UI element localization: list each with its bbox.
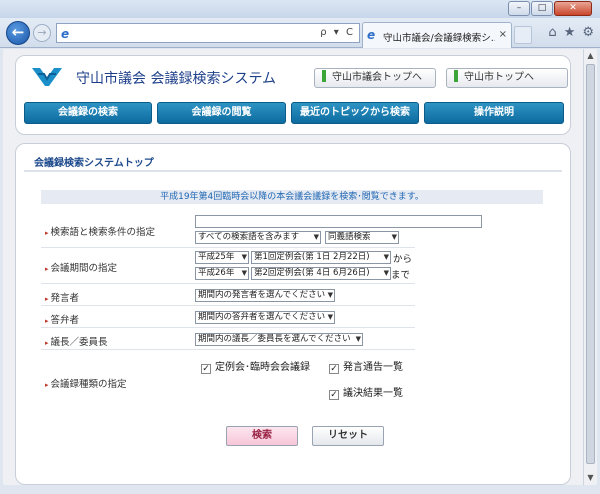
from-session-select[interactable]: 第1回定例会(第 1日 2月22日) ▼	[251, 251, 391, 264]
from-suffix: から	[393, 254, 413, 265]
type-notice-checkbox[interactable]: ✓ 発言通告一覧	[329, 358, 403, 374]
respondent-select[interactable]: 期間内の答弁者を選んでください ▼	[195, 311, 335, 324]
from-year-select[interactable]: 平成25年 ▼	[195, 251, 249, 264]
site-title: 守山市議会 会議録検索システム	[76, 71, 277, 87]
type-regular-checkbox[interactable]: ✓ 定例会･臨時会会議録	[201, 358, 310, 374]
panel-title: 会議録検索システムトップ	[34, 158, 154, 169]
checkbox-checked-icon: ✓	[329, 390, 339, 400]
chair-row: ▸ 議長／委員長 期間内の議長／委員長を選んでください ▼	[41, 330, 415, 350]
speaker-label: ▸ 発言者	[45, 293, 80, 304]
respondent-label: ▸ 答弁者	[45, 315, 80, 326]
scroll-thumb[interactable]	[586, 64, 595, 464]
back-button[interactable]: ←	[6, 21, 30, 45]
menu-browse-button[interactable]: 会議録の閲覧	[157, 102, 286, 124]
close-window-button[interactable]: ✕	[554, 1, 592, 16]
vertical-scrollbar[interactable]: ▲ ▼	[583, 49, 597, 485]
to-suffix: まで	[391, 270, 411, 281]
scroll-down-icon[interactable]: ▼	[584, 471, 597, 485]
menu-search-button[interactable]: 会議録の検索	[24, 102, 152, 124]
browser-navbar: ← → e ρ ▾ C e 守山市議会/会議録検索シ... × ⌂ ★ ⚙	[0, 18, 600, 48]
maximize-button[interactable]: □	[531, 1, 553, 16]
green-bar-icon	[454, 70, 458, 82]
title-divider	[24, 170, 562, 172]
tab-title: 守山市議会/会議録検索シ...	[383, 33, 495, 44]
address-tools[interactable]: ρ ▾ C	[320, 27, 355, 38]
ie-page-icon: e	[61, 27, 70, 41]
city-top-link[interactable]: 守山市トップへ	[446, 68, 568, 88]
period-row: ▸ 会議期間の指定 平成25年 ▼ 第1回定例会(第 1日 2月22日) ▼ から 平…	[41, 250, 415, 284]
site-header: 守山市議会 会議録検索システム 守山市議会トップへ 守山市トップへ 会議録の検索…	[15, 55, 571, 135]
respondent-row: ▸ 答弁者 期間内の答弁者を選んでください ▼	[41, 308, 415, 328]
minimize-button[interactable]: –	[508, 1, 530, 16]
gear-icon[interactable]: ⚙	[582, 25, 594, 40]
checkbox-checked-icon: ✓	[329, 364, 339, 374]
window-titlebar: – □ ✕	[0, 0, 600, 18]
type-row: ▸ 会議録種類の指定 ✓ 定例会･臨時会会議録 ✓ 発言通告一覧 ✓ 議決結果一覧	[41, 352, 415, 408]
home-icon[interactable]: ⌂	[548, 25, 556, 40]
type-label: ▸ 会議録種類の指定	[45, 379, 127, 390]
tab-close-icon[interactable]: ×	[499, 29, 507, 40]
search-button[interactable]: 検索	[226, 426, 298, 446]
keyword-row: ▸ 検索語と検索条件の指定 すべての検索語を含みます ▼ 同義語検索 ▼	[41, 214, 482, 248]
menu-help-button[interactable]: 操作説明	[424, 102, 564, 124]
chair-select[interactable]: 期間内の議長／委員長を選んでください ▼	[195, 333, 363, 346]
period-label: ▸ 会議期間の指定	[45, 263, 118, 274]
page-viewport: 守山市議会 会議録検索システム 守山市議会トップへ 守山市トップへ 会議録の検索…	[3, 49, 583, 485]
to-session-select[interactable]: 第2回定例会(第 4日 6月26日) ▼	[251, 267, 391, 280]
new-tab-button[interactable]	[514, 26, 532, 44]
window-controls: – □ ✕	[508, 1, 592, 16]
reset-button[interactable]: リセット	[312, 426, 384, 446]
synonym-select[interactable]: 同義語検索 ▼	[325, 231, 399, 244]
city-top-link-label: 守山市トップへ	[464, 72, 534, 83]
to-year-select[interactable]: 平成26年 ▼	[195, 267, 249, 280]
notice-banner: 平成19年第4回臨時会以降の本会議会議録を検索･閲覧できます。	[41, 190, 543, 204]
checkbox-checked-icon: ✓	[201, 364, 211, 374]
scroll-up-icon[interactable]: ▲	[584, 49, 597, 63]
green-bar-icon	[322, 70, 326, 82]
browser-toolbar-icons: ⌂ ★ ⚙	[548, 25, 594, 40]
city-logo-icon	[32, 68, 62, 86]
keyword-label: ▸ 検索語と検索条件の指定	[45, 227, 156, 238]
address-bar[interactable]: e ρ ▾ C	[56, 23, 360, 43]
ie-tab-icon: e	[367, 28, 376, 42]
search-panel: 会議録検索システムトップ 平成19年第4回臨時会以降の本会議会議録を検索･閲覧で…	[15, 143, 571, 485]
keyword-input[interactable]	[195, 215, 482, 228]
council-top-link-label: 守山市議会トップへ	[332, 72, 422, 83]
type-result-checkbox[interactable]: ✓ 議決結果一覧	[329, 384, 403, 400]
condition-select[interactable]: すべての検索語を含みます ▼	[195, 231, 321, 244]
menu-topics-button[interactable]: 最近のトピックから検索	[291, 102, 419, 124]
council-top-link[interactable]: 守山市議会トップへ	[314, 68, 436, 88]
speaker-row: ▸ 発言者 期間内の発言者を選んでください ▼	[41, 286, 415, 306]
forward-button[interactable]: →	[33, 24, 51, 42]
speaker-select[interactable]: 期間内の発言者を選んでください ▼	[195, 289, 335, 302]
chair-label: ▸ 議長／委員長	[45, 337, 108, 348]
star-icon[interactable]: ★	[564, 25, 576, 40]
browser-tab[interactable]: e 守山市議会/会議録検索シ... ×	[362, 22, 512, 48]
